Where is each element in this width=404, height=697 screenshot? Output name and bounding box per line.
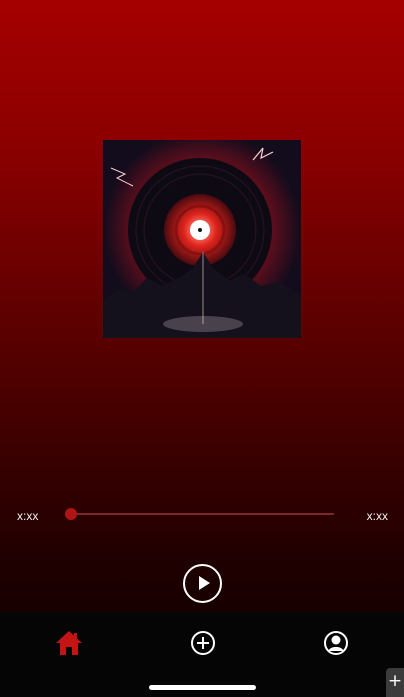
progress-slider-thumb[interactable] <box>65 508 77 520</box>
play-button[interactable] <box>183 564 222 603</box>
plus-circle-icon <box>191 631 215 655</box>
album-art-graphic <box>103 140 301 338</box>
progress-track[interactable] <box>71 513 334 515</box>
album-art <box>103 140 301 338</box>
home-icon <box>56 631 82 655</box>
user-icon <box>324 631 348 655</box>
corner-add-button[interactable]: + <box>386 668 404 697</box>
tab-add[interactable] <box>188 628 218 658</box>
home-indicator <box>149 685 256 690</box>
play-icon <box>199 576 210 590</box>
tab-profile[interactable] <box>321 628 351 658</box>
total-time-label: x:xx <box>366 509 388 523</box>
current-time-label: x:xx <box>17 509 39 523</box>
tab-home[interactable] <box>54 628 84 658</box>
